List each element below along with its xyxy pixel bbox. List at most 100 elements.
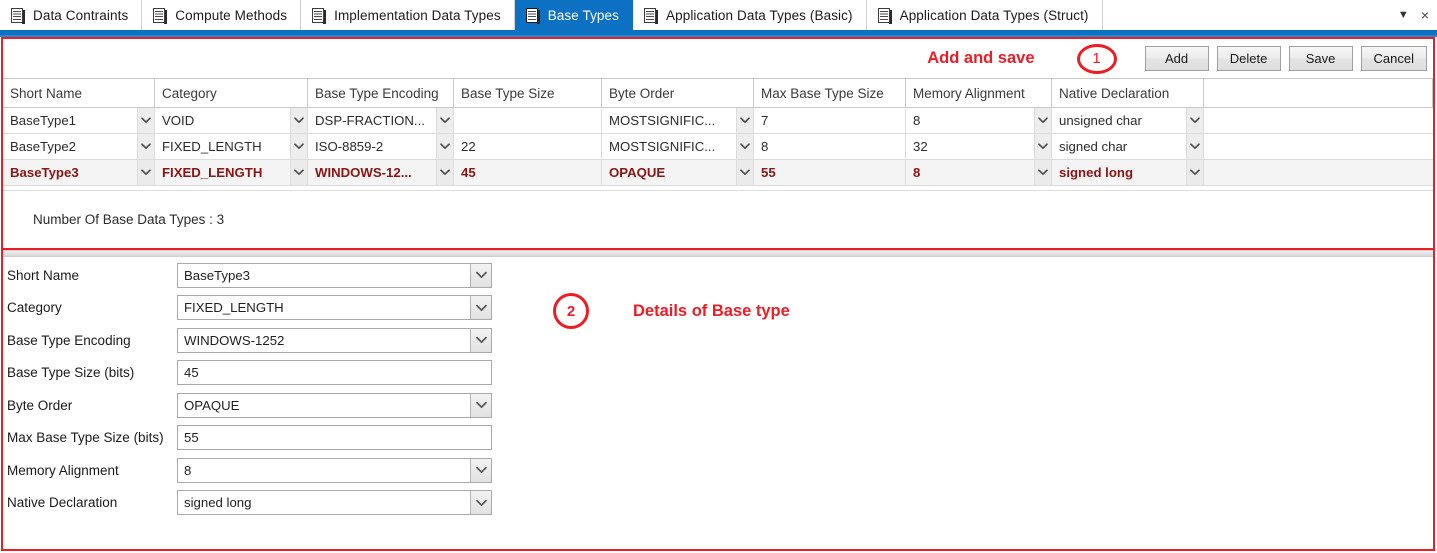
- field-short-name[interactable]: BaseType3: [177, 262, 492, 288]
- table-cell[interactable]: FIXED_LENGTH: [155, 134, 308, 159]
- chevron-down-icon[interactable]: [470, 328, 491, 352]
- table-cell[interactable]: BaseType1: [3, 108, 155, 133]
- delete-button[interactable]: Delete: [1216, 46, 1281, 71]
- table-cell[interactable]: VOID: [155, 108, 308, 133]
- chevron-down-icon[interactable]: [1034, 160, 1051, 185]
- toolbar-button-group: Add Delete Save Cancel: [1137, 46, 1427, 71]
- column-header[interactable]: Native Declaration: [1052, 79, 1204, 107]
- table-row[interactable]: BaseType2 FIXED_LENGTH ISO-8859-2 22 MOSTSIG…: [3, 134, 1433, 160]
- chevron-down-icon[interactable]: [436, 108, 453, 133]
- chevron-down-icon[interactable]: [1186, 160, 1203, 185]
- table-cell[interactable]: 8: [754, 134, 906, 159]
- tab-application-data-types-struct[interactable]: Application Data Types (Struct): [866, 0, 1103, 30]
- chevron-down-icon[interactable]: [436, 134, 453, 159]
- document-icon: [153, 7, 168, 24]
- table-cell[interactable]: OPAQUE: [602, 160, 754, 185]
- table-cell[interactable]: signed long: [1052, 160, 1204, 185]
- chevron-down-icon[interactable]: [436, 160, 453, 185]
- tab-label: Base Types: [547, 7, 619, 23]
- column-header[interactable]: Byte Order: [602, 79, 754, 107]
- chevron-down-icon[interactable]: [470, 458, 491, 482]
- chevron-down-icon[interactable]: [1186, 134, 1203, 159]
- chevron-down-icon[interactable]: [1186, 108, 1203, 133]
- add-button[interactable]: Add: [1144, 46, 1209, 71]
- chevron-down-icon[interactable]: [137, 108, 154, 133]
- table-cell-value: unsigned char: [1059, 113, 1142, 128]
- table-cell[interactable]: MOSTSIGNIFIC...: [602, 134, 754, 159]
- cancel-button[interactable]: Cancel: [1360, 46, 1427, 71]
- tab-application-data-types-basic[interactable]: Application Data Types (Basic): [633, 0, 867, 30]
- table-cell[interactable]: MOSTSIGNIFIC...: [602, 108, 754, 133]
- field-memory-alignment[interactable]: 8: [177, 457, 492, 483]
- table-cell[interactable]: [1204, 134, 1433, 159]
- chevron-down-icon[interactable]: [290, 134, 307, 159]
- column-header[interactable]: Category: [155, 79, 308, 107]
- table-cell-value: 8: [913, 113, 921, 128]
- column-header[interactable]: Base Type Size: [454, 79, 602, 107]
- table-cell[interactable]: [1204, 108, 1433, 133]
- table-cell[interactable]: 7: [754, 108, 906, 133]
- table-cell[interactable]: 45: [454, 160, 602, 185]
- table-cell-value: WINDOWS-12...: [315, 165, 412, 180]
- close-icon[interactable]: ×: [1421, 8, 1429, 22]
- chevron-down-icon[interactable]: [470, 491, 491, 515]
- table-cell[interactable]: 55: [754, 160, 906, 185]
- table-cell[interactable]: 8: [906, 108, 1052, 133]
- table-row[interactable]: BaseType1 VOID DSP-FRACTION... MOSTSIGNIFIC…: [3, 108, 1433, 134]
- save-button[interactable]: Save: [1288, 46, 1353, 71]
- chevron-down-icon[interactable]: [470, 296, 491, 320]
- chevron-down-icon[interactable]: ▼: [1398, 9, 1409, 21]
- table-cell[interactable]: [1204, 160, 1433, 185]
- table-cell[interactable]: DSP-FRACTION...: [308, 108, 454, 133]
- table-cell[interactable]: BaseType3: [3, 160, 155, 185]
- table-cell[interactable]: 22: [454, 134, 602, 159]
- chevron-down-icon[interactable]: [137, 160, 154, 185]
- column-header[interactable]: Memory Alignment: [906, 79, 1052, 107]
- field-label-base-type-size-bits: Base Type Size (bits): [7, 365, 135, 381]
- tab-implementation-data-types[interactable]: Implementation Data Types: [301, 0, 515, 30]
- chevron-down-icon[interactable]: [290, 108, 307, 133]
- form-row: Memory Alignment 8: [3, 454, 1433, 487]
- table-cell[interactable]: FIXED_LENGTH: [155, 160, 308, 185]
- column-header[interactable]: Short Name: [3, 79, 155, 107]
- table-cell[interactable]: ISO-8859-2: [308, 134, 454, 159]
- field-native-declaration[interactable]: signed long: [177, 490, 492, 516]
- field-base-type-encoding[interactable]: WINDOWS-1252: [177, 327, 492, 353]
- tab-label: Application Data Types (Basic): [666, 7, 853, 23]
- chevron-down-icon[interactable]: [290, 160, 307, 185]
- tab-compute-methods[interactable]: Compute Methods: [142, 0, 302, 30]
- chevron-down-icon[interactable]: [1034, 108, 1051, 133]
- chevron-down-icon[interactable]: [137, 134, 154, 159]
- field-byte-order[interactable]: OPAQUE: [177, 392, 492, 418]
- base-types-table: Short Name Category Base Type Encoding Base…: [3, 78, 1433, 186]
- chevron-down-icon[interactable]: [470, 263, 491, 287]
- document-icon: [877, 7, 893, 24]
- table-cell[interactable]: WINDOWS-12...: [308, 160, 454, 185]
- tab-base-types[interactable]: Base Types: [514, 0, 633, 30]
- field-category[interactable]: FIXED_LENGTH: [177, 295, 492, 321]
- table-cell[interactable]: 8: [906, 160, 1052, 185]
- column-header[interactable]: Max Base Type Size: [754, 79, 906, 107]
- table-cell[interactable]: 32: [906, 134, 1052, 159]
- table-cell[interactable]: BaseType2: [3, 134, 155, 159]
- table-cell[interactable]: unsigned char: [1052, 108, 1204, 133]
- toolbar: Add and save 1 Add Delete Save Cancel: [3, 39, 1433, 78]
- chevron-down-icon[interactable]: [470, 393, 491, 417]
- chevron-down-icon[interactable]: [736, 134, 753, 159]
- panel-splitter[interactable]: [3, 250, 1434, 257]
- table-cell-value: 7: [761, 113, 769, 128]
- column-header-label: Memory Alignment: [913, 85, 1025, 101]
- field-base-type-size-bits[interactable]: 45: [177, 360, 492, 386]
- tab-data-contraints[interactable]: Data Contraints: [0, 0, 143, 30]
- column-header[interactable]: Base Type Encoding: [308, 79, 454, 107]
- chevron-down-icon[interactable]: [736, 108, 753, 133]
- table-row[interactable]: BaseType3 FIXED_LENGTH WINDOWS-12... 45 OPAQ…: [3, 160, 1433, 186]
- chevron-down-icon[interactable]: [736, 160, 753, 185]
- table-cell-value: 32: [913, 139, 928, 154]
- table-cell[interactable]: signed char: [1052, 134, 1204, 159]
- field-max-base-type-size-bits[interactable]: 55: [177, 425, 492, 451]
- tab-label: Data Contraints: [33, 7, 129, 23]
- table-cell[interactable]: [454, 108, 602, 133]
- chevron-down-icon[interactable]: [1034, 134, 1051, 159]
- column-header[interactable]: [1204, 79, 1433, 107]
